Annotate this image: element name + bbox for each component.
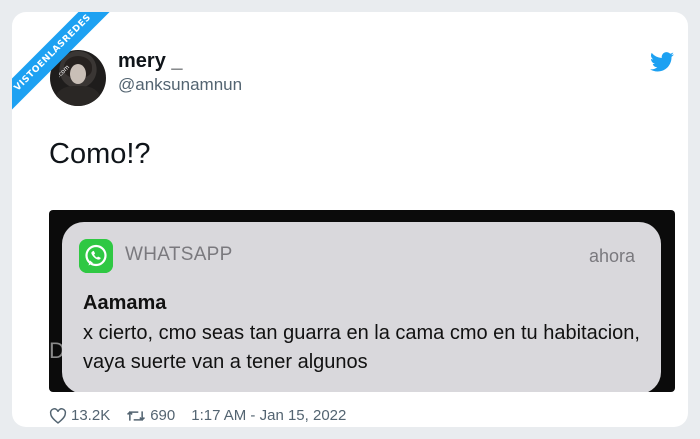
like-button[interactable]: 13.2K <box>49 407 110 424</box>
heart-icon <box>49 407 67 424</box>
notification-message: x cierto, cmo seas tan guarra en la cama… <box>83 322 640 373</box>
tweet-card: VISTOENLASREDES .com mery _ @anksunamnun… <box>12 12 688 427</box>
timestamp-text: 1:17 AM - Jan 15, 2022 <box>191 407 347 424</box>
notification-banner: WHATSAPP ahora Aamama x cierto, cmo seas… <box>62 222 661 392</box>
twitter-bird-icon[interactable] <box>650 52 674 72</box>
app-name: WHATSAPP <box>125 244 233 265</box>
tweet-footer: 13.2K 690 1:17 AM - Jan 15, 2022 <box>49 407 362 424</box>
tweet-text: Como!? <box>49 138 151 170</box>
display-name[interactable]: mery _ <box>118 50 183 73</box>
watermark-text: VISTOENLASREDES <box>12 12 114 114</box>
whatsapp-icon <box>79 239 113 273</box>
watermark: VISTOENLASREDES .com <box>12 12 122 122</box>
tweet-media[interactable]: D WHATSAPP ahora Aamama x cierto, cmo se… <box>49 210 675 392</box>
notification-sender: Aamama <box>83 292 167 314</box>
watermark-sub: .com <box>55 63 72 80</box>
like-count: 13.2K <box>71 407 111 424</box>
tweet-timestamp[interactable]: 1:17 AM - Jan 15, 2022 <box>191 407 346 424</box>
notification-time: ahora <box>588 246 635 266</box>
retweet-button[interactable]: 690 <box>126 407 175 424</box>
retweet-icon <box>127 410 146 421</box>
retweet-count: 690 <box>150 407 176 424</box>
user-handle[interactable]: @anksunamnun <box>118 75 242 95</box>
